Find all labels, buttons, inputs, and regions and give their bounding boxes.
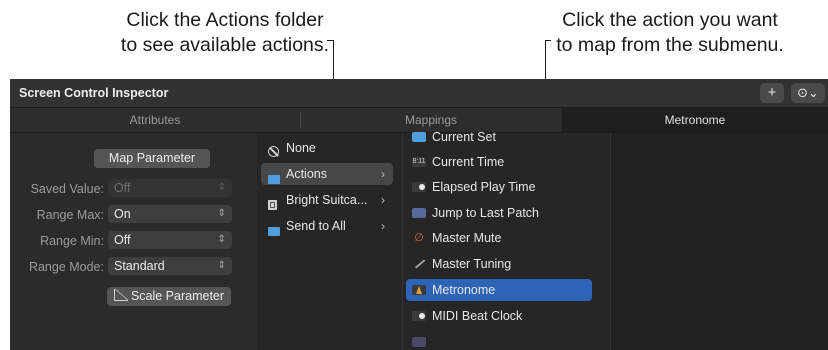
- suitcase-icon: [268, 195, 277, 217]
- scale-parameter-label: Scale Parameter: [130, 289, 225, 303]
- screen-control-inspector-window: Screen Control Inspector + ⊙⌄ Attributes…: [10, 79, 828, 350]
- updown-chevron-icon: ⇕: [217, 260, 226, 271]
- menu-item-bright-suitcase[interactable]: Bright Suitca... ›: [261, 189, 393, 211]
- saved-value-popup: Off ⇕: [108, 179, 232, 197]
- callout-line: Click the Actions folder: [126, 9, 324, 31]
- folder-icon: [412, 132, 426, 142]
- callout-choose-action: Click the action you want to map from th…: [520, 8, 820, 58]
- menu-item-master-mute[interactable]: ∅ Master Mute: [406, 227, 592, 249]
- saved-value-value: Off: [114, 181, 131, 195]
- menu-item-current-time[interactable]: 8:11 Current Time: [406, 151, 592, 173]
- callout-actions-folder: Click the Actions folder to see availabl…: [100, 8, 350, 58]
- actions-submenu: Current Set 8:11 Current Time Elapsed Pl…: [402, 130, 600, 350]
- mapping-menu-level-1: None Actions › Bright Suitca... › Send t…: [257, 133, 397, 350]
- menu-item-label: Master Mute: [432, 231, 502, 245]
- menu-item-label: Elapsed Play Time: [432, 180, 536, 194]
- detail-pane: [610, 133, 828, 350]
- menu-item-label: Master Tuning: [432, 257, 512, 271]
- menu-item-label: Current Time: [432, 155, 505, 169]
- map-parameter-button[interactable]: Map Parameter: [94, 149, 210, 168]
- window-title: Screen Control Inspector: [19, 86, 169, 100]
- midi-icon: [412, 337, 426, 347]
- updown-chevron-icon: ⇕: [217, 182, 226, 193]
- elapsed-icon: [412, 182, 426, 192]
- chevron-right-icon: ›: [381, 167, 385, 181]
- range-min-label: Range Min:: [40, 234, 104, 248]
- callout-line: Click the action you want: [562, 9, 778, 31]
- attributes-pane: Map Parameter Saved Value: Off ⇕ Range M…: [10, 133, 257, 350]
- scale-parameter-button[interactable]: Scale Parameter: [107, 287, 231, 306]
- menu-item-midi-beat-clock[interactable]: MIDI Beat Clock: [406, 305, 592, 327]
- menu-item-label: Jump to Last Patch: [432, 206, 540, 220]
- range-min-popup[interactable]: Off ⇕: [108, 231, 232, 249]
- updown-chevron-icon: ⇕: [217, 208, 226, 219]
- callout-line: to map from the submenu.: [556, 34, 784, 56]
- callout-line: to see available actions.: [120, 34, 330, 56]
- chevron-right-icon: ›: [381, 193, 385, 207]
- menu-item-label: Actions: [286, 167, 327, 181]
- menu-item-master-tuning[interactable]: Master Tuning: [406, 253, 592, 275]
- scale-curve-icon: [113, 289, 128, 301]
- updown-chevron-icon: ⇕: [217, 234, 226, 245]
- menu-item-elapsed-play-time[interactable]: Elapsed Play Time: [406, 176, 592, 198]
- tab-metronome[interactable]: Metronome: [562, 108, 828, 132]
- menu-item-current-set[interactable]: Current Set: [406, 126, 592, 148]
- range-mode-value: Standard: [114, 259, 165, 273]
- range-mode-label: Range Mode:: [28, 260, 104, 274]
- chevron-right-icon: ›: [381, 219, 385, 233]
- range-min-value: Off: [114, 233, 131, 247]
- tab-attributes[interactable]: Attributes: [10, 108, 300, 132]
- menu-item-label: Send to All: [286, 219, 346, 233]
- range-max-popup[interactable]: On ⇕: [108, 205, 232, 223]
- menu-item-label: Metronome: [432, 283, 496, 297]
- menu-item-partial[interactable]: [406, 331, 592, 350]
- metronome-icon: [412, 285, 426, 295]
- menu-item-metronome[interactable]: Metronome: [406, 279, 592, 301]
- folder-icon: [268, 169, 280, 191]
- time-icon: 8:11: [412, 157, 426, 167]
- menu-item-label: Current Set: [432, 130, 496, 144]
- beat-clock-icon: [412, 311, 426, 321]
- mute-icon: ∅: [414, 233, 424, 243]
- menu-item-label: None: [286, 141, 316, 155]
- range-max-value: On: [114, 207, 131, 221]
- range-max-label: Range Max:: [36, 208, 104, 222]
- none-icon: [268, 142, 279, 164]
- menu-item-label: MIDI Beat Clock: [432, 309, 523, 323]
- add-button[interactable]: +: [760, 83, 784, 103]
- jump-icon: [412, 208, 426, 218]
- saved-value-label: Saved Value:: [30, 182, 104, 196]
- menu-item-label: Bright Suitca...: [286, 193, 368, 207]
- menu-item-actions[interactable]: Actions ›: [261, 163, 393, 185]
- range-mode-popup[interactable]: Standard ⇕: [108, 257, 232, 275]
- menu-item-jump-to-last-patch[interactable]: Jump to Last Patch: [406, 202, 592, 224]
- tuning-icon: [412, 259, 426, 269]
- title-bar: Screen Control Inspector + ⊙⌄: [10, 79, 828, 108]
- menu-item-none[interactable]: None: [261, 137, 393, 159]
- more-options-button[interactable]: ⊙⌄: [791, 83, 825, 103]
- folder-icon: [268, 221, 280, 243]
- menu-item-send-to-all[interactable]: Send to All ›: [261, 215, 393, 237]
